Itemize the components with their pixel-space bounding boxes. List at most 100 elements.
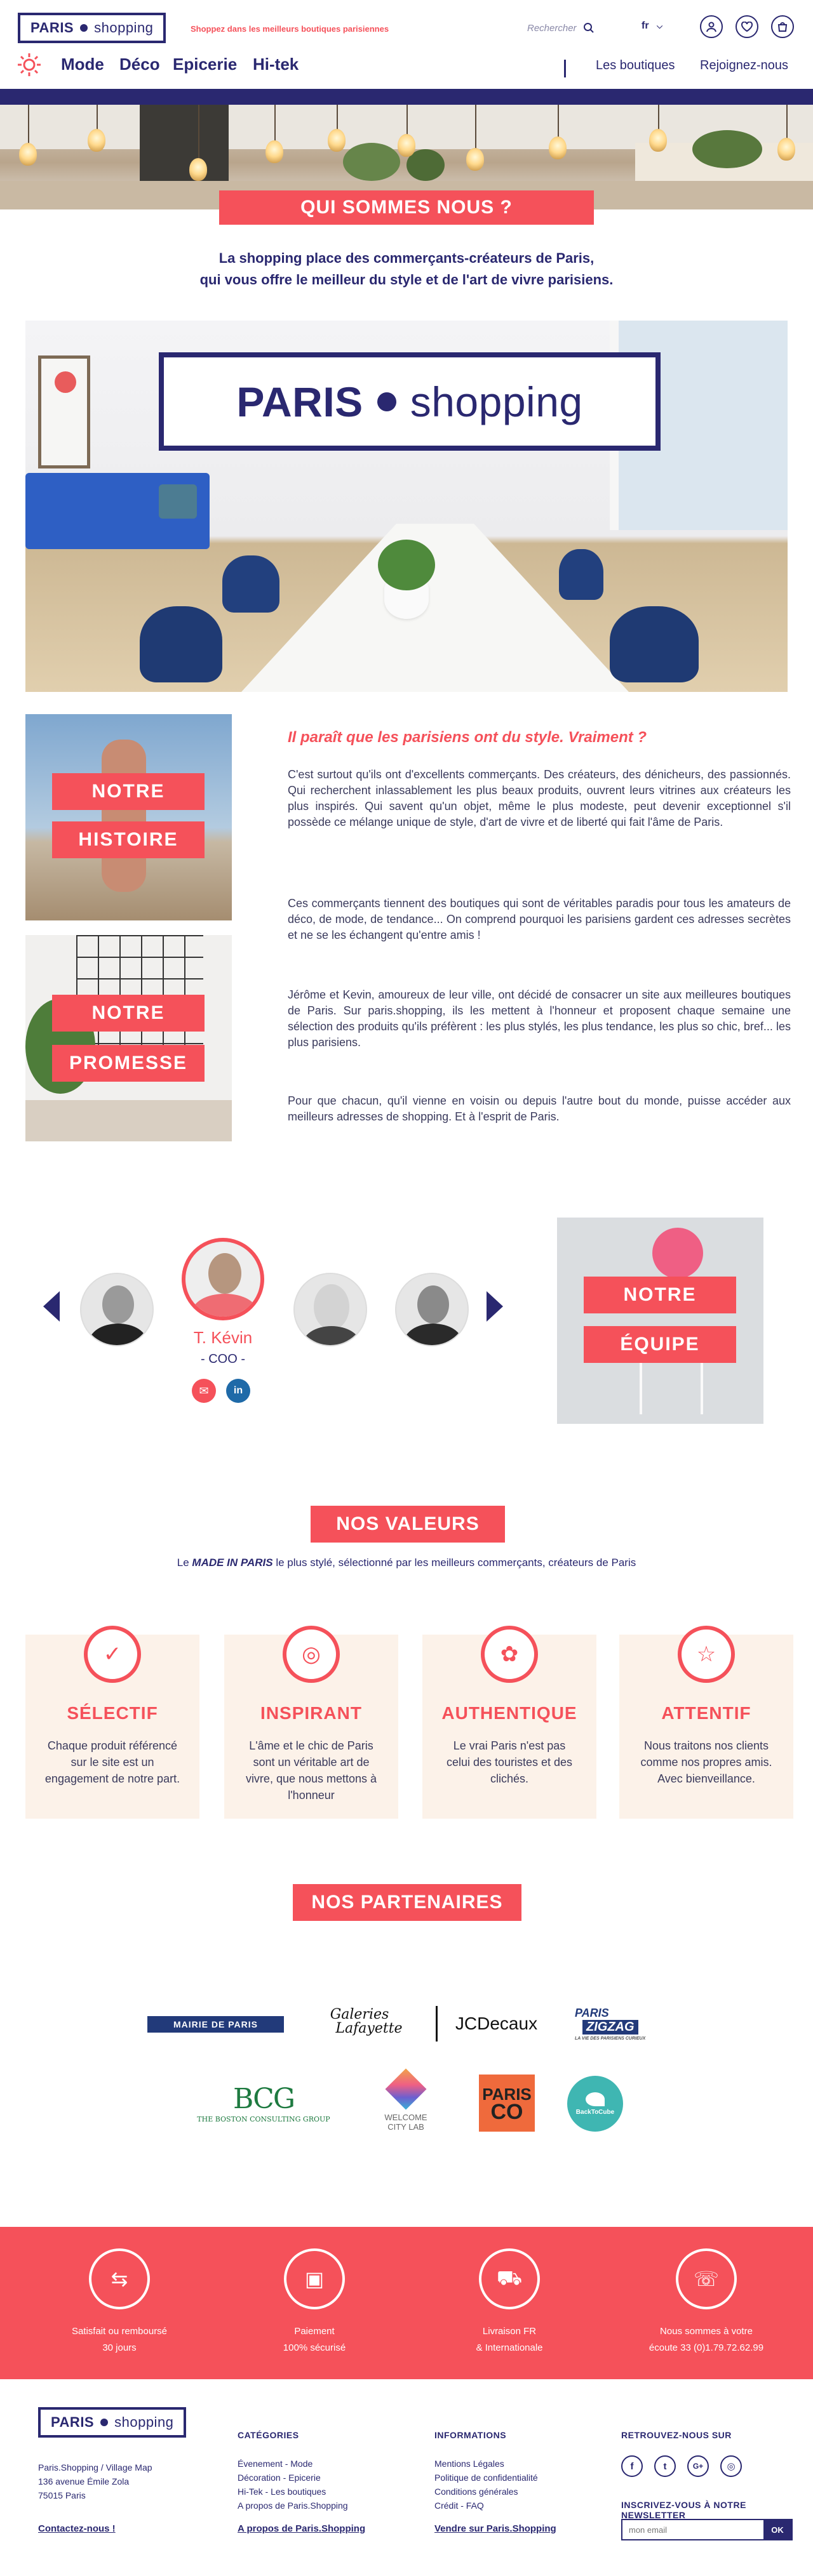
nav-mode[interactable]: Mode [61,55,104,74]
footer-sell-link[interactable]: Vendre sur Paris.Shopping [434,2523,556,2534]
value-card-attentif: ☆ ATTENTIF Nous traitons nos clients com… [619,1626,793,1819]
newsletter-email-input[interactable] [622,2520,763,2539]
reassurance-line1: Satisfait ou remboursé [71,2326,168,2337]
reassurance-line2: 100% sécurisé [283,2342,346,2353]
partner-logo-text: LA VIE DES PARISIENS CURIEUX [575,2036,646,2041]
carousel-next-arrow[interactable] [487,1291,503,1322]
hero-plant [343,143,400,181]
account-icon[interactable] [700,15,723,38]
partner-logo-text: ZIGZAG [582,2020,638,2035]
member-body [404,1324,462,1345]
bulb [777,138,795,161]
address-line: 136 avenue Émile Zola [38,2476,130,2486]
promise-button-2[interactable]: PROMESSE [52,1045,205,1082]
language-select[interactable]: fr ⌵ [642,20,662,32]
twitter-icon[interactable]: t [654,2455,676,2477]
history-button-2[interactable]: HISTOIRE [52,821,205,858]
partner-logo-bcg[interactable]: BCG THE BOSTON CONSULTING GROUP [184,2075,343,2132]
bulb [88,129,105,152]
office-cushion [159,484,197,519]
bulb [265,140,283,163]
footer-logo-bold: PARIS [51,2414,95,2430]
facebook-icon[interactable]: f [621,2455,643,2477]
office-chair [222,555,279,613]
star-icon: ☆ [678,1626,735,1683]
about-tag: QUI SOMMES NOUS ? [219,190,594,225]
footer-logo[interactable]: PARIS shopping [38,2407,187,2438]
sun-icon[interactable] [17,52,42,77]
history-button-1[interactable]: NOTRE [52,773,205,810]
partner-logo-welcomecitylab[interactable]: WELCOME CITY LAB [371,2068,441,2138]
footer-category-link[interactable]: Décoration - Epicerie [238,2471,348,2485]
partner-logo-jcdecaux[interactable]: JCDecaux [436,2006,550,2042]
instagram-icon[interactable]: ◎ [720,2455,742,2477]
wishlist-icon[interactable] [736,15,758,38]
partner-logo-text: Galeries [330,2007,389,2022]
team-member-photo[interactable] [395,1273,469,1346]
cart-icon[interactable] [771,15,794,38]
footer-info-link[interactable]: Politique de confidentialité [434,2471,538,2485]
footer-contact-link[interactable]: Contactez-nous ! [38,2523,116,2534]
member-body [302,1326,361,1345]
partner-logo-galeries[interactable]: Galeries Lafayette [315,2000,404,2044]
footer-info-link[interactable]: Crédit - FAQ [434,2499,538,2513]
office-table [241,524,629,692]
member-email-icon[interactable]: ✉ [192,1379,216,1403]
partner-logo-text: PARIS [575,2007,609,2019]
footer-category-link[interactable]: Évenement - Mode [238,2457,348,2471]
team-member-photo-selected[interactable] [182,1238,264,1320]
team-member-photo[interactable] [80,1273,154,1346]
bulb [19,143,37,166]
footer-newsletter-heading: INSCRIVEZ-VOUS À NOTRE NEWSLETTER [621,2500,746,2520]
reassurance-band: ⇆ Satisfait ou remboursé 30 jours ▣ Paie… [0,2227,813,2379]
partner-logo-backtocube[interactable]: BackToCube [567,2076,623,2132]
carousel-prev-arrow[interactable] [43,1291,60,1322]
partner-logo-text: Lafayette [335,2021,403,2036]
newsletter-submit-button[interactable]: OK [763,2520,791,2539]
search-icon[interactable] [583,22,595,34]
site-header: PARIS shopping Shoppez dans les meilleur… [0,0,813,94]
partner-logo-mairie[interactable]: MAIRIE DE PARIS [147,2016,284,2033]
nav-hitek[interactable]: Hi-tek [253,55,299,74]
wave-icon [586,2092,605,2106]
office-chair [610,606,699,682]
member-linkedin-icon[interactable]: in [226,1379,250,1403]
footer-categories: Évenement - Mode Décoration - Epicerie H… [238,2457,348,2513]
value-text: L'âme et le chic de Paris sont un vérita… [245,1739,377,1802]
footer-category-link[interactable]: A propos de Paris.Shopping [238,2499,348,2513]
values-subtitle: Le MADE IN PARIS le plus stylé, sélectio… [89,1557,724,1569]
hero-plant [692,130,762,168]
footer-info-link[interactable]: Mentions Légales [434,2457,538,2471]
search-input[interactable]: Rechercher [527,23,577,34]
story-title: Il paraît que les parisiens ont du style… [288,729,647,746]
site-logo[interactable]: PARIS shopping [18,13,166,43]
return-icon: ⇆ [89,2248,150,2309]
googleplus-icon[interactable]: G+ [687,2455,709,2477]
nav-epicerie[interactable]: Epicerie [173,55,237,74]
reassurance-line2: & Internationale [476,2342,543,2353]
values-subtitle-post: le plus stylé, sélectionné par les meill… [272,1557,636,1569]
footer-category-link[interactable]: Hi-Tek - Les boutiques [238,2485,348,2499]
team-member-photo[interactable] [293,1273,367,1346]
team-button-1[interactable]: NOTRE [584,1277,736,1313]
partner-logo-text: JCDecaux [455,2014,538,2033]
team-button-2[interactable]: ÉQUIPE [584,1326,736,1363]
nav-boutiques[interactable]: Les boutiques [596,58,675,73]
search-box[interactable]: Rechercher [527,19,629,37]
welcome-cube-icon [385,2068,427,2110]
bulb [549,136,567,159]
footer-info-link[interactable]: Conditions générales [434,2485,538,2499]
partner-logo-pariszigzag[interactable]: PARIS ZIGZAG LA VIE DES PARISIENS CURIEU… [575,2003,664,2044]
promise-button-1[interactable]: NOTRE [52,995,205,1032]
partner-logo-parisco[interactable]: PARIS CO [479,2075,535,2132]
member-name: T. Kévin [193,1328,253,1347]
footer-logo-light: shopping [114,2414,174,2430]
footer-about-link[interactable]: A propos de Paris.Shopping [238,2523,365,2534]
address-line: 75015 Paris [38,2490,86,2500]
value-text: Nous traitons nos clients comme nos prop… [640,1739,772,1785]
member-role: - COO - [201,1352,245,1366]
nav-rejoignez[interactable]: Rejoignez-nous [700,58,788,73]
office-logo-bold: PARIS [236,378,363,425]
reassurance-item: Nous sommes à votre écoute 33 (0)1.79.72… [624,2323,789,2356]
nav-deco[interactable]: Déco [119,55,160,74]
